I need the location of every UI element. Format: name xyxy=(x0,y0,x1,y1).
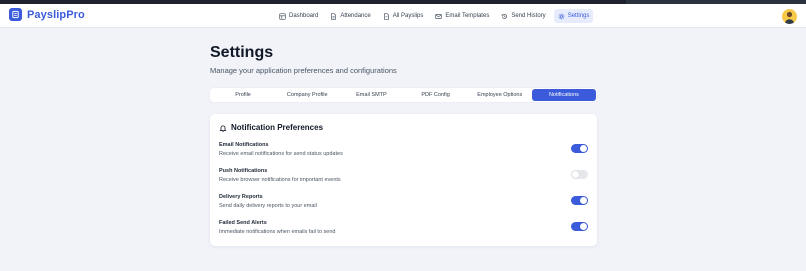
grid-icon xyxy=(279,12,286,20)
toggle-knob xyxy=(580,145,587,152)
failed-send-alerts-toggle[interactable] xyxy=(571,222,588,231)
page-subtitle: Manage your application preferences and … xyxy=(210,66,397,75)
pref-row-email-notifications: Email Notifications Receive email notifi… xyxy=(219,142,588,162)
notification-preferences-card: Notification Preferences Email Notificat… xyxy=(210,114,597,246)
toggle-knob xyxy=(580,197,587,204)
nav-label-send-history: Send History xyxy=(511,13,546,19)
tab-pdf-config[interactable]: PDF Config xyxy=(404,89,468,101)
nav-item-attendance[interactable]: Attendance xyxy=(326,9,374,23)
nav-item-all-payslips[interactable]: All Payslips xyxy=(379,9,428,23)
pref-label: Email Notifications xyxy=(219,142,269,148)
nav-label-dashboard: Dashboard xyxy=(289,13,319,19)
payslip-logo-icon xyxy=(9,8,22,21)
history-icon xyxy=(502,13,508,19)
top-navbar: PayslipPro Dashboard Attendance All Pays… xyxy=(0,4,806,28)
nav-item-email-templates[interactable]: Email Templates xyxy=(431,9,493,23)
tab-company-profile[interactable]: Company Profile xyxy=(275,89,339,101)
pref-description: Immediate notifications when emails fail… xyxy=(219,229,336,235)
toggle-knob xyxy=(580,223,587,230)
brand[interactable]: PayslipPro xyxy=(9,8,85,21)
card-title: Notification Preferences xyxy=(231,123,324,132)
toggle-knob xyxy=(572,171,579,178)
app-name: PayslipPro xyxy=(27,8,85,21)
pref-description: Receive email notifications for send sta… xyxy=(219,151,343,157)
nav-label-all-payslips: All Payslips xyxy=(392,13,424,19)
push-notifications-toggle[interactable] xyxy=(571,170,588,179)
card-header: Notification Preferences xyxy=(219,123,323,132)
settings-tabs: Profile Company Profile Email SMTP PDF C… xyxy=(210,88,597,102)
pref-label: Push Notifications xyxy=(219,168,268,174)
nav-item-settings[interactable]: Settings xyxy=(553,9,594,23)
file-icon xyxy=(383,12,389,20)
nav-item-dashboard[interactable]: Dashboard xyxy=(275,9,322,23)
pref-row-push-notifications: Push Notifications Receive browser notif… xyxy=(219,168,588,188)
delivery-reports-toggle[interactable] xyxy=(571,196,588,205)
bell-icon xyxy=(219,124,227,132)
tab-notifications[interactable]: Notifications xyxy=(531,89,597,101)
tab-profile[interactable]: Profile xyxy=(211,89,275,101)
nav-label-settings: Settings xyxy=(567,13,590,19)
main-nav: Dashboard Attendance All Payslips Email … xyxy=(275,9,597,23)
nav-label-email-templates: Email Templates xyxy=(445,13,490,19)
document-icon xyxy=(331,12,337,20)
pref-row-failed-send-alerts: Failed Send Alerts Immediate notificatio… xyxy=(219,220,588,240)
pref-row-delivery-reports: Delivery Reports Send daily delivery rep… xyxy=(219,194,588,214)
pref-label: Failed Send Alerts xyxy=(219,220,267,226)
email-notifications-toggle[interactable] xyxy=(571,144,588,153)
tab-employee-options[interactable]: Employee Options xyxy=(468,89,532,101)
pref-description: Receive browser notifications for import… xyxy=(219,177,341,183)
page-title: Settings xyxy=(210,44,274,61)
nav-item-send-history[interactable]: Send History xyxy=(497,9,549,23)
gear-icon xyxy=(558,13,564,19)
user-avatar[interactable] xyxy=(782,9,797,24)
tab-email-smtp[interactable]: Email SMTP xyxy=(339,89,403,101)
pref-label: Delivery Reports xyxy=(219,194,263,200)
nav-label-attendance: Attendance xyxy=(340,13,371,19)
mail-icon xyxy=(435,13,443,19)
pref-description: Send daily delivery reports to your emai… xyxy=(219,203,317,209)
